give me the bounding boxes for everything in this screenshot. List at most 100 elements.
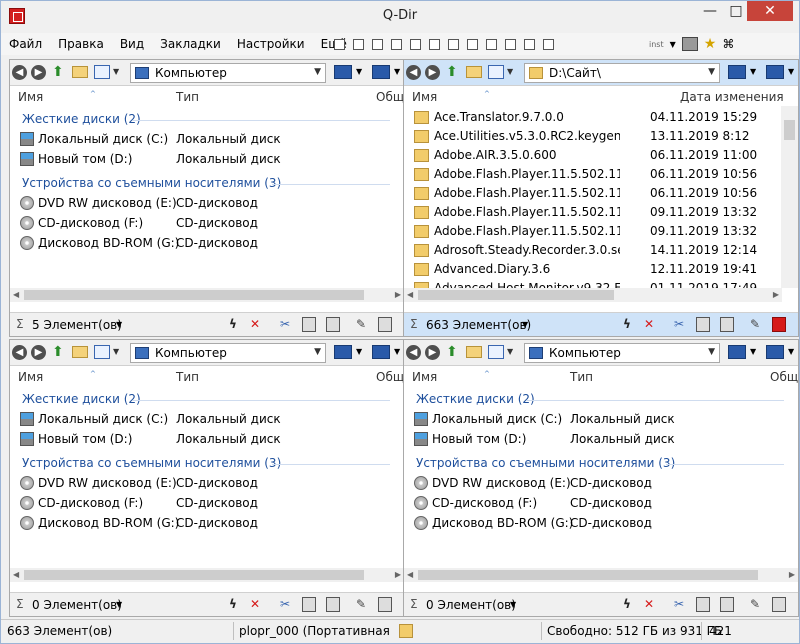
printer-icon[interactable] (681, 37, 698, 51)
folder-icon[interactable] (466, 346, 482, 358)
list-item[interactable]: CD-дисковод (F:) CD-дисковод (18, 494, 378, 513)
up-folder-icon[interactable]: ⬆ (446, 64, 460, 80)
maximize-button[interactable]: □ (723, 1, 749, 21)
scroll-left-icon[interactable]: ◀ (407, 290, 413, 299)
file-row[interactable]: Adobe.AIR.3.5.0.600 06.11.2019 11:00 (412, 146, 778, 165)
network-dropdown-icon[interactable]: ▼ (788, 67, 794, 76)
col-name[interactable]: Имя (18, 90, 43, 104)
inst-dropdown-icon[interactable]: ▼ (670, 40, 676, 49)
delete-icon[interactable]: ✕ (642, 317, 656, 332)
folder-icon[interactable] (72, 346, 88, 358)
network-dropdown-icon[interactable]: ▼ (394, 347, 400, 356)
cut-icon[interactable]: ✂ (672, 317, 686, 332)
address-bar[interactable]: Компьютер ▼ (130, 343, 326, 363)
horizontal-scrollbar[interactable]: ◀ ▶ (10, 568, 404, 582)
up-folder-icon[interactable]: ⬆ (52, 64, 66, 80)
horizontal-scrollbar[interactable]: ◀ ▶ (404, 568, 798, 582)
col-name[interactable]: Имя (412, 370, 437, 384)
file-row[interactable]: Ace.Translator.9.7.0.0 04.11.2019 15:29 (412, 108, 778, 127)
star-icon[interactable]: ★ (704, 36, 717, 52)
col-general[interactable]: Общ (770, 370, 798, 384)
close-button[interactable]: ✕ (747, 1, 793, 21)
delete-icon[interactable]: ✕ (248, 317, 262, 332)
list-item[interactable]: Дисковод BD-ROM (G:) CD-дисковод (18, 514, 378, 533)
layout-3c-icon[interactable] (391, 38, 402, 50)
list-item[interactable]: CD-дисковод (F:) CD-дисковод (18, 214, 378, 233)
properties-icon[interactable] (378, 317, 392, 332)
bolt-icon[interactable]: ϟ (620, 597, 634, 612)
col-name[interactable]: Имя (412, 90, 437, 104)
more-tools-icon[interactable]: ⌘ (722, 37, 734, 51)
network-icon[interactable] (372, 345, 390, 359)
address-dropdown-icon[interactable]: ▼ (314, 67, 321, 77)
inst-label[interactable]: inst (649, 40, 664, 49)
layout-1d-icon[interactable] (543, 38, 554, 50)
file-row[interactable]: Adrosoft.Steady.Recorder.3.0.seri... 14.1… (412, 241, 778, 260)
scroll-left-icon[interactable]: ◀ (13, 290, 19, 299)
address-dropdown-icon[interactable]: ▼ (708, 67, 715, 77)
address-dropdown-icon[interactable]: ▼ (708, 347, 715, 357)
view-mode-icon[interactable] (488, 65, 504, 79)
horizontal-scrollbar[interactable]: ◀ ▶ (404, 288, 782, 302)
layout-2a-icon[interactable] (410, 38, 421, 50)
up-folder-icon[interactable]: ⬆ (446, 344, 460, 360)
scroll-right-icon[interactable]: ▶ (395, 570, 401, 579)
layout-2b-icon[interactable] (429, 38, 440, 50)
monitor-dropdown-icon[interactable]: ▼ (356, 347, 362, 356)
forward-icon[interactable]: ▶ (31, 65, 46, 80)
back-icon[interactable]: ◀ (406, 345, 421, 360)
cut-icon[interactable]: ✂ (278, 317, 292, 332)
view-mode-icon[interactable] (488, 345, 504, 359)
group-hard-disks[interactable]: Жесткие диски (2) (22, 392, 141, 406)
layout-2d-icon[interactable] (467, 38, 478, 50)
back-icon[interactable]: ◀ (12, 345, 27, 360)
up-folder-icon[interactable]: ⬆ (52, 344, 66, 360)
copy-icon[interactable] (696, 317, 710, 332)
address-bar[interactable]: Компьютер ▼ (130, 63, 326, 83)
list-item[interactable]: CD-дисковод (F:) CD-дисковод (412, 494, 772, 513)
file-row[interactable]: Ace.Utilities.v5.3.0.RC2.keygen-C... 13.1… (412, 127, 778, 146)
properties-icon[interactable] (772, 317, 786, 332)
list-item[interactable]: Новый том (D:) Локальный диск (412, 430, 772, 449)
list-item[interactable]: Дисковод BD-ROM (G:) CD-дисковод (412, 514, 772, 533)
monitor-dropdown-icon[interactable]: ▼ (356, 67, 362, 76)
list-item[interactable]: DVD RW дисковод (E:) CD-дисковод (18, 194, 378, 213)
col-name[interactable]: Имя (18, 370, 43, 384)
cut-icon[interactable]: ✂ (278, 597, 292, 612)
monitor-dropdown-icon[interactable]: ▼ (750, 67, 756, 76)
paste-icon[interactable] (720, 317, 734, 332)
back-icon[interactable]: ◀ (12, 65, 27, 80)
monitor-icon[interactable] (334, 345, 352, 359)
address-bar[interactable]: D:\Сайт\ ▼ (524, 63, 720, 83)
layout-2c-icon[interactable] (448, 38, 459, 50)
network-icon[interactable] (766, 65, 784, 79)
back-icon[interactable]: ◀ (406, 65, 421, 80)
paste-icon[interactable] (720, 597, 734, 612)
menu-bookmarks[interactable]: Закладки (152, 33, 229, 55)
copy-icon[interactable] (696, 597, 710, 612)
layout-1b-icon[interactable] (505, 38, 516, 50)
group-removable[interactable]: Устройства со съемными носителями (3) (22, 176, 281, 190)
view-mode-icon[interactable] (94, 65, 110, 79)
properties-icon[interactable] (378, 597, 392, 612)
layout-1c-icon[interactable] (524, 38, 535, 50)
view-dropdown-icon[interactable]: ▼ (113, 67, 119, 76)
scroll-thumb[interactable] (784, 120, 795, 140)
layout-3a-icon[interactable] (353, 38, 364, 50)
group-hard-disks[interactable]: Жесткие диски (2) (22, 112, 141, 126)
scroll-thumb[interactable] (24, 290, 364, 300)
scroll-right-icon[interactable]: ▶ (395, 290, 401, 299)
count-dropdown-icon[interactable]: ▼ (522, 320, 528, 329)
horizontal-scrollbar[interactable]: ◀ ▶ (10, 288, 404, 302)
count-dropdown-icon[interactable]: ▼ (116, 320, 122, 329)
forward-icon[interactable]: ▶ (31, 345, 46, 360)
paste-icon[interactable] (326, 597, 340, 612)
file-row[interactable]: Advanced.Diary.3.6 12.11.2019 19:41 (412, 260, 778, 279)
list-item[interactable]: Дисковод BD-ROM (G:) CD-дисковод (18, 234, 378, 253)
rename-icon[interactable]: ✎ (354, 597, 368, 612)
scroll-left-icon[interactable]: ◀ (13, 570, 19, 579)
list-item[interactable]: Новый том (D:) Локальный диск (18, 430, 378, 449)
scroll-thumb[interactable] (418, 570, 758, 580)
col-general[interactable]: Общ (376, 370, 404, 384)
group-hard-disks[interactable]: Жесткие диски (2) (416, 392, 535, 406)
